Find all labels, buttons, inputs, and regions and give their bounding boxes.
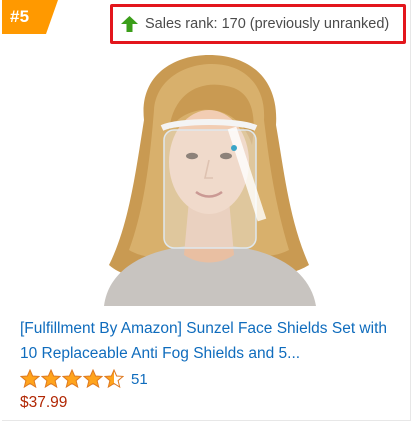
rank-badge: #5 — [2, 0, 58, 34]
star-icon — [62, 369, 82, 389]
star-icon — [83, 369, 103, 389]
rating-row[interactable]: 51 — [20, 368, 148, 390]
product-image[interactable] — [84, 50, 334, 306]
up-arrow-icon — [121, 16, 138, 32]
star-icon — [20, 369, 40, 389]
sales-rank-highlight: Sales rank: 170 (previously unranked) — [110, 4, 406, 44]
sales-rank-text: Sales rank: 170 (previously unranked) — [145, 16, 390, 32]
star-icon — [104, 369, 124, 389]
star-icon — [41, 369, 61, 389]
star-rating[interactable] — [20, 369, 125, 389]
product-price: $37.99 — [20, 394, 68, 411]
rating-count-link[interactable]: 51 — [131, 371, 148, 388]
rank-badge-label: #5 — [10, 7, 30, 26]
product-title-link[interactable]: [Fulfillment By Amazon] Sunzel Face Shie… — [20, 316, 400, 366]
product-card[interactable]: #5 Sales rank: 170 (previously unranked) — [2, 0, 411, 421]
